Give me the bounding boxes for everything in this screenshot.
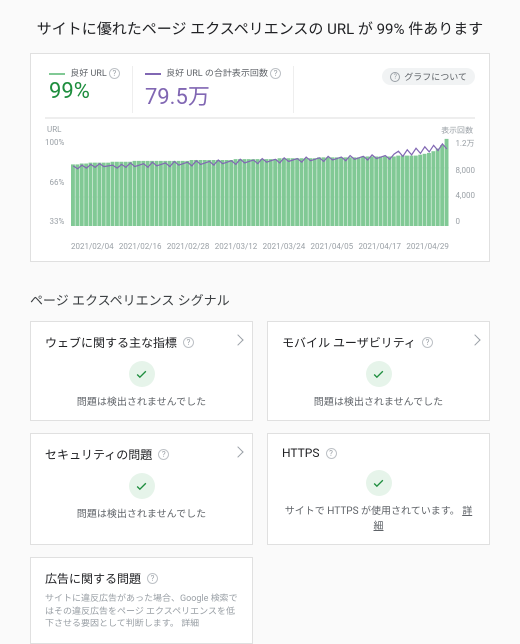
status-text: 問題は検出されませんでした <box>282 393 475 408</box>
card-security-issues[interactable]: セキュリティの問題 ? 問題は検出されませんでした <box>30 433 253 545</box>
y-right-ticks: 1.2万8,0004,0000 <box>455 138 475 240</box>
check-badge-icon <box>129 473 155 499</box>
help-icon[interactable]: ? <box>422 337 433 348</box>
card-header: ウェブに関する主な指標 ? <box>45 334 238 351</box>
metric-caption: 良好 URL の合計表示回数 ? <box>145 66 281 79</box>
details-link[interactable]: 詳細 <box>181 619 199 629</box>
card-description: サイトに違反広告があった場合、Google 検索ではその違反広告をページ エクス… <box>45 593 238 631</box>
line-swatch-icon <box>145 73 161 75</box>
card-https[interactable]: HTTPS ? サイトで HTTPS が使用されています。 詳細 <box>267 433 490 545</box>
card-title: HTTPS <box>282 446 320 460</box>
metric-value: 79.5万 <box>145 79 281 111</box>
card-header: セキュリティの問題 ? <box>45 446 238 463</box>
help-icon: ? <box>390 72 400 82</box>
check-badge-icon <box>366 361 392 387</box>
section-title: ページ エクスペリエンス シグナル <box>30 290 490 309</box>
x-axis-ticks: 2021/02/042021/02/162021/02/282021/03/12… <box>45 240 475 251</box>
help-icon[interactable]: ? <box>183 337 194 348</box>
metric-caption-text: 良好 URL の合計表示回数 <box>166 69 268 79</box>
chart-svg <box>45 138 475 240</box>
card-title: モバイル ユーザビリティ <box>282 334 416 351</box>
desc-text: サイトに違反広告があった場合、Google 検索ではその違反広告をページ エクス… <box>45 594 238 629</box>
card-core-web-vitals[interactable]: ウェブに関する主な指標 ? 問題は検出されませんでした <box>30 321 253 421</box>
y-right-axis-label: 表示回数 <box>441 125 473 136</box>
check-badge-icon <box>129 361 155 387</box>
metric-caption-text: 良好 URL <box>70 69 106 79</box>
help-icon[interactable]: ? <box>147 573 158 584</box>
card-title: 広告に関する問題 <box>45 570 141 587</box>
signal-cards: ウェブに関する主な指標 ? 問題は検出されませんでした モバイル ユーザビリティ… <box>30 321 490 644</box>
status-text: 問題は検出されませんでした <box>45 393 238 408</box>
chart-card: 良好 URL ? 99% 良好 URL の合計表示回数 ? 79.5万 ? グラ… <box>30 53 490 262</box>
metric-value: 99% <box>49 79 120 104</box>
card-title: ウェブに関する主な指標 <box>45 334 177 351</box>
metric-caption: 良好 URL ? <box>49 66 120 79</box>
bar-swatch-icon <box>49 73 65 75</box>
page-title: サイトに優れたページ エクスペリエンスの URL が 99% 件あります <box>0 0 520 53</box>
status-text: サイトで HTTPS が使用されています。 詳細 <box>282 502 475 532</box>
metric-impressions[interactable]: 良好 URL の合計表示回数 ? 79.5万 <box>133 66 294 113</box>
card-mobile-usability[interactable]: モバイル ユーザビリティ ? 問題は検出されませんでした <box>267 321 490 421</box>
card-header: 広告に関する問題 ? <box>45 570 238 587</box>
help-icon[interactable]: ? <box>109 68 120 79</box>
card-title: セキュリティの問題 <box>45 446 152 463</box>
help-icon[interactable]: ? <box>326 448 337 459</box>
help-icon[interactable]: ? <box>158 449 169 460</box>
card-header: モバイル ユーザビリティ ? <box>282 334 475 351</box>
about-chart-button[interactable]: ? グラフについて <box>382 68 475 85</box>
y-left-ticks: 100%66%33% <box>45 138 64 240</box>
check-badge-icon <box>366 470 392 496</box>
chart-area: 100%66%33% 1.2万8,0004,0000 <box>45 138 475 240</box>
status-text: 問題は検出されませんでした <box>45 505 238 520</box>
y-left-axis-label: URL <box>47 125 61 136</box>
status-prefix: サイトで HTTPS が使用されています。 <box>285 506 460 517</box>
about-label: グラフについて <box>404 70 467 83</box>
metric-good-url[interactable]: 良好 URL ? 99% <box>45 66 133 113</box>
chart-metrics: 良好 URL ? 99% 良好 URL の合計表示回数 ? 79.5万 ? グラ… <box>45 66 475 119</box>
card-header: HTTPS ? <box>282 446 475 460</box>
help-icon[interactable]: ? <box>270 68 281 79</box>
